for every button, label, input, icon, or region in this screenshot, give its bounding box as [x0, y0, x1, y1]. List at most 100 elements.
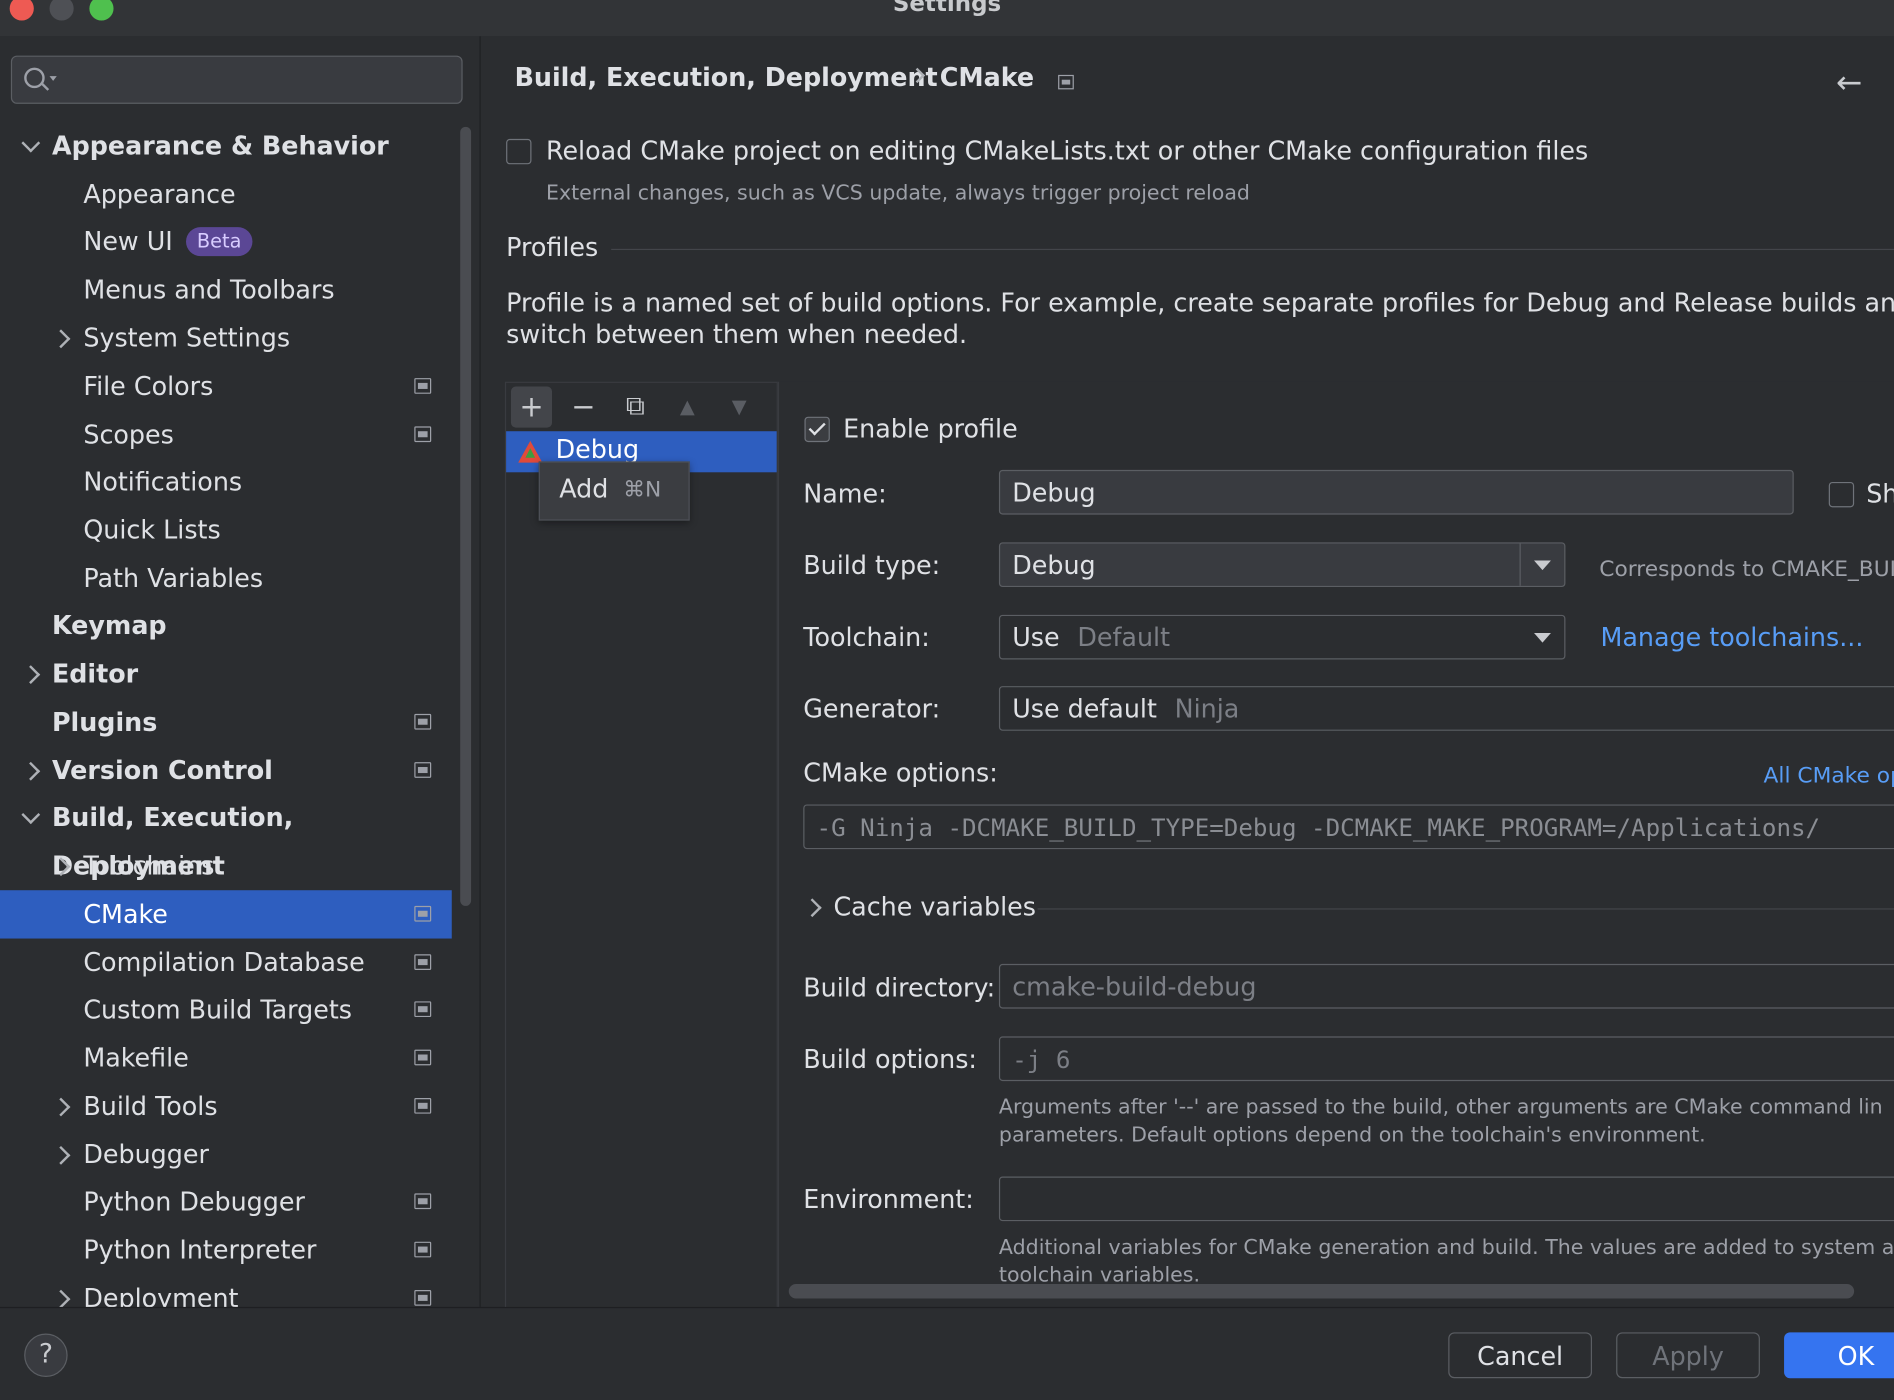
- sidebar-item-makefile[interactable]: Makefile: [0, 1034, 452, 1082]
- chevron-down-icon[interactable]: [21, 805, 41, 825]
- project-scope-icon: [414, 905, 432, 922]
- sidebar-item-system-settings[interactable]: System Settings: [0, 314, 452, 362]
- build-type-hint: Corresponds to CMAKE_BUIL: [1599, 556, 1894, 583]
- cancel-button[interactable]: Cancel: [1448, 1332, 1593, 1379]
- tooltip-shortcut: ⌘N: [623, 477, 662, 503]
- generator-label: Generator:: [803, 694, 941, 724]
- build-options-field[interactable]: -j 6: [998, 1036, 1894, 1082]
- sidebar-item-file-colors[interactable]: File Colors: [0, 362, 452, 410]
- remove-profile-button[interactable]: −: [563, 387, 604, 428]
- cache-variables-separator: [1037, 908, 1894, 910]
- project-scope-icon: [414, 1193, 432, 1210]
- chevron-right-icon[interactable]: [51, 1289, 71, 1307]
- toolchain-select[interactable]: Use Default: [998, 614, 1566, 660]
- cmake-options-field[interactable]: -G Ninja -DCMAKE_BUILD_TYPE=Debug -DCMAK…: [803, 804, 1894, 850]
- share-checkbox[interactable]: [1828, 481, 1855, 508]
- sidebar-item-cmake[interactable]: CMake: [0, 890, 452, 939]
- name-field[interactable]: Debug: [998, 469, 1794, 515]
- all-cmake-options-link[interactable]: All CMake op: [1764, 763, 1894, 788]
- search-input[interactable]: [10, 55, 463, 104]
- project-scope-icon: [414, 762, 432, 778]
- profiles-description-line2: switch between them when needed.: [506, 320, 968, 350]
- move-down-button[interactable]: ▼: [719, 387, 760, 428]
- chevron-right-icon[interactable]: [21, 761, 41, 781]
- move-up-button[interactable]: ▲: [667, 387, 708, 428]
- sidebar-item-quick-lists[interactable]: Quick Lists: [0, 506, 452, 554]
- enable-profile-checkbox[interactable]: [804, 416, 830, 443]
- environment-label: Environment:: [803, 1184, 974, 1214]
- project-scope-icon: [414, 1097, 432, 1114]
- ok-button[interactable]: OK: [1784, 1332, 1894, 1379]
- project-scope-icon: [414, 1001, 432, 1018]
- sidebar-item-python-debugger[interactable]: Python Debugger: [0, 1178, 452, 1226]
- profiles-toolbar: + − ⧉ ▲ ▼: [506, 383, 777, 431]
- copy-profile-button[interactable]: ⧉: [615, 387, 656, 428]
- chevron-right-icon[interactable]: [51, 1097, 71, 1117]
- project-scope-icon: [1058, 74, 1074, 90]
- project-scope-icon: [414, 1241, 432, 1258]
- apply-button[interactable]: Apply: [1616, 1332, 1760, 1379]
- sidebar-item-menus-toolbars[interactable]: Menus and Toolbars: [0, 266, 452, 314]
- help-button[interactable]: ?: [24, 1333, 68, 1378]
- sidebar-item-build-execution-deployment[interactable]: Build, Execution, Deployment: [0, 794, 452, 881]
- sidebar-item-editor[interactable]: Editor: [0, 650, 452, 698]
- dropdown-arrow-icon[interactable]: [1519, 543, 1565, 586]
- search-icon: [24, 67, 45, 89]
- build-options-hint-2: parameters. Default options depend on th…: [998, 1123, 1706, 1148]
- dropdown-arrow-icon[interactable]: [1521, 616, 1564, 658]
- profiles-separator: [611, 248, 1894, 251]
- sidebar-item-version-control[interactable]: Version Control: [0, 746, 452, 794]
- sidebar-item-compilation-database[interactable]: Compilation Database: [0, 939, 452, 987]
- manage-toolchains-link[interactable]: Manage toolchains...: [1600, 623, 1863, 652]
- environment-field[interactable]: [998, 1176, 1894, 1222]
- sidebar-item-new-ui[interactable]: New UI Beta: [0, 217, 452, 265]
- sidebar-item-deployment[interactable]: Deployment: [0, 1274, 452, 1307]
- back-arrow-icon[interactable]: ←: [1836, 65, 1862, 101]
- sidebar-scrollbar[interactable]: [460, 126, 472, 906]
- sidebar-item-build-tools[interactable]: Build Tools: [0, 1082, 452, 1130]
- add-tooltip: Add ⌘N: [538, 461, 690, 521]
- sidebar-item-custom-build-targets[interactable]: Custom Build Targets: [0, 986, 452, 1034]
- breadcrumb-current: CMake: [939, 62, 1035, 92]
- project-scope-icon: [414, 954, 432, 970]
- sidebar-item-plugins[interactable]: Plugins: [0, 698, 452, 746]
- cmake-options-label: CMake options:: [803, 758, 998, 788]
- settings-window: Settings Appearance & Behavior Appearanc…: [0, 0, 1894, 1400]
- project-scope-icon: [414, 426, 432, 443]
- enable-profile-label[interactable]: Enable profile: [843, 414, 1018, 443]
- chevron-right-icon[interactable]: [51, 1145, 71, 1165]
- sidebar-item-appearance-behavior[interactable]: Appearance & Behavior: [0, 122, 452, 170]
- sidebar-item-debugger[interactable]: Debugger: [0, 1131, 452, 1179]
- sidebar-item-keymap[interactable]: Keymap: [0, 602, 452, 650]
- build-type-label: Build type:: [803, 550, 941, 580]
- dialog-button-bar: ? Cancel Apply OK: [0, 1306, 1894, 1400]
- reload-cmake-checkbox[interactable]: [506, 138, 532, 165]
- project-scope-icon: [414, 713, 432, 730]
- chevron-down-icon[interactable]: [21, 133, 41, 153]
- reload-cmake-label[interactable]: Reload CMake project on editing CMakeLis…: [546, 136, 1588, 165]
- chevron-right-icon[interactable]: [51, 857, 71, 877]
- chevron-right-icon[interactable]: [802, 898, 822, 918]
- breadcrumb-parent[interactable]: Build, Execution, Deployment: [515, 63, 938, 92]
- sidebar-item-python-interpreter[interactable]: Python Interpreter: [0, 1226, 452, 1274]
- sidebar-item-path-variables[interactable]: Path Variables: [0, 554, 452, 602]
- project-scope-icon: [414, 1290, 432, 1306]
- tooltip-label: Add: [559, 474, 609, 504]
- build-directory-field[interactable]: cmake-build-debug: [998, 963, 1894, 1009]
- sidebar-item-toolchains[interactable]: Toolchains: [0, 842, 452, 890]
- profile-name: Debug: [555, 434, 640, 464]
- cache-variables-toggle[interactable]: Cache variables: [833, 893, 1036, 922]
- environment-hint-1: Additional variables for CMake generatio…: [998, 1235, 1894, 1260]
- chevron-right-icon[interactable]: [51, 329, 71, 349]
- search-history-dropdown-icon[interactable]: [49, 76, 57, 81]
- add-profile-button[interactable]: +: [510, 386, 553, 428]
- generator-select[interactable]: Use default Ninja: [998, 686, 1894, 731]
- horizontal-scrollbar[interactable]: [788, 1283, 1855, 1299]
- sidebar-item-notifications[interactable]: Notifications: [0, 458, 452, 506]
- sidebar-item-scopes[interactable]: Scopes: [0, 411, 452, 459]
- chevron-right-icon[interactable]: [21, 665, 41, 685]
- build-type-select[interactable]: Debug: [998, 542, 1566, 588]
- settings-content: Build, Execution, Deployment CMake ← Rel…: [480, 36, 1894, 1307]
- profiles-description-line1: Profile is a named set of build options.…: [506, 288, 1894, 318]
- sidebar-item-appearance[interactable]: Appearance: [0, 170, 452, 218]
